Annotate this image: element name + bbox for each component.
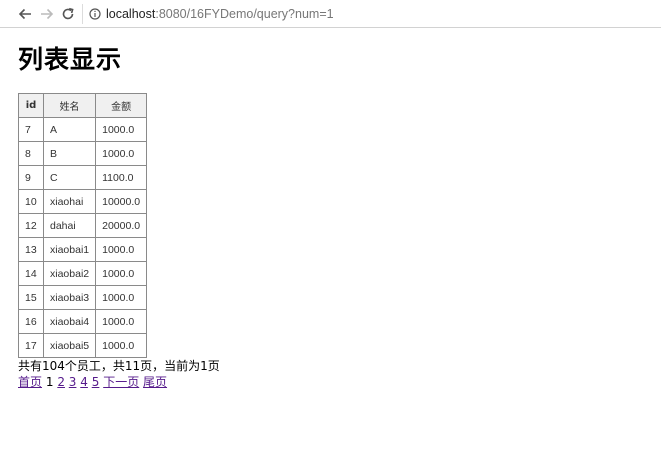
- table-row: 12 dahai 20000.0: [18, 213, 148, 238]
- cell-id: 12: [18, 213, 44, 238]
- current-page: 1: [45, 375, 54, 389]
- cell-name: xiaobai5: [42, 333, 97, 358]
- table-row: 7 A 1000.0: [18, 117, 148, 142]
- next-page-link[interactable]: 下一页: [103, 375, 139, 389]
- arrow-right-icon: [41, 8, 54, 20]
- table-header-row: id 姓名 金额: [18, 93, 148, 118]
- url-path: :8080/16FYDemo/query?num=1: [155, 7, 334, 21]
- url-host: localhost: [106, 7, 156, 21]
- column-header-id: id: [18, 93, 44, 118]
- first-page-link[interactable]: 首页: [18, 375, 42, 389]
- table-row: 8 B 1000.0: [18, 141, 148, 166]
- table-row: 17 xiaobai5 1000.0: [18, 333, 148, 358]
- employee-table: id 姓名 金额 7 A 1000.0 8 B 1000.0 9 C 1100.0 10 xiaoh…: [18, 93, 148, 358]
- table-body: 7 A 1000.0 8 B 1000.0 9 C 1100.0 10 xiaohai 10000.0…: [18, 117, 148, 358]
- back-button[interactable]: [16, 5, 34, 23]
- page-content: 列表显示 id 姓名 金额 7 A 1000.0 8 B 1000.0 9 C 1100.0 10…: [18, 40, 220, 390]
- page-link-2[interactable]: 2: [57, 375, 65, 389]
- cell-id: 8: [18, 141, 44, 166]
- cell-id: 7: [18, 117, 44, 142]
- cell-amount: 1000.0: [95, 261, 148, 286]
- cell-name: A: [42, 117, 97, 142]
- table-row: 14 xiaobai2 1000.0: [18, 261, 148, 286]
- table-row: 15 xiaobai3 1000.0: [18, 285, 148, 310]
- browser-toolbar: localhost:8080/16FYDemo/query?num=1: [0, 0, 661, 28]
- page-title: 列表显示: [18, 45, 123, 74]
- reload-button[interactable]: [59, 5, 77, 23]
- last-page-link[interactable]: 尾页: [143, 375, 167, 389]
- cell-id: 14: [18, 261, 44, 286]
- pagination: 首页 1 2 3 4 5 下一页 尾页: [18, 374, 220, 390]
- cell-name: dahai: [42, 213, 97, 238]
- page-link-4[interactable]: 4: [80, 375, 88, 389]
- cell-id: 13: [18, 237, 44, 262]
- cell-id: 16: [18, 309, 44, 334]
- cell-name: xiaobai2: [42, 261, 97, 286]
- cell-name: xiaobai3: [42, 285, 97, 310]
- table-row: 9 C 1100.0: [18, 165, 148, 190]
- table-row: 16 xiaobai4 1000.0: [18, 309, 148, 334]
- cell-amount: 1000.0: [95, 333, 148, 358]
- table-row: 10 xiaohai 10000.0: [18, 189, 148, 214]
- column-header-amount: 金额: [95, 93, 148, 118]
- cell-id: 10: [18, 189, 44, 214]
- pagination-summary: 共有104个员工，共11页，当前为1页: [18, 359, 220, 373]
- forward-button[interactable]: [38, 5, 56, 23]
- cell-name: xiaohai: [42, 189, 97, 214]
- cell-amount: 1100.0: [95, 165, 148, 190]
- cell-name: C: [42, 165, 97, 190]
- cell-amount: 1000.0: [95, 117, 148, 142]
- cell-amount: 1000.0: [95, 285, 148, 310]
- cell-amount: 1000.0: [95, 141, 148, 166]
- table-row: 13 xiaobai1 1000.0: [18, 237, 148, 262]
- cell-id: 9: [18, 165, 44, 190]
- cell-name: B: [42, 141, 97, 166]
- cell-name: xiaobai4: [42, 309, 97, 334]
- cell-amount: 1000.0: [95, 309, 148, 334]
- cell-amount: 1000.0: [95, 237, 148, 262]
- cell-name: xiaobai1: [42, 237, 97, 262]
- arrow-left-icon: [18, 8, 31, 20]
- page-link-5[interactable]: 5: [92, 375, 100, 389]
- reload-icon: [62, 7, 74, 20]
- page-link-3[interactable]: 3: [69, 375, 77, 389]
- cell-amount: 20000.0: [95, 213, 148, 238]
- cell-amount: 10000.0: [95, 189, 148, 214]
- column-header-name: 姓名: [42, 93, 97, 118]
- address-bar[interactable]: localhost:8080/16FYDemo/query?num=1: [82, 4, 334, 24]
- cell-id: 17: [18, 333, 44, 358]
- info-icon: [89, 8, 101, 20]
- cell-id: 15: [18, 285, 44, 310]
